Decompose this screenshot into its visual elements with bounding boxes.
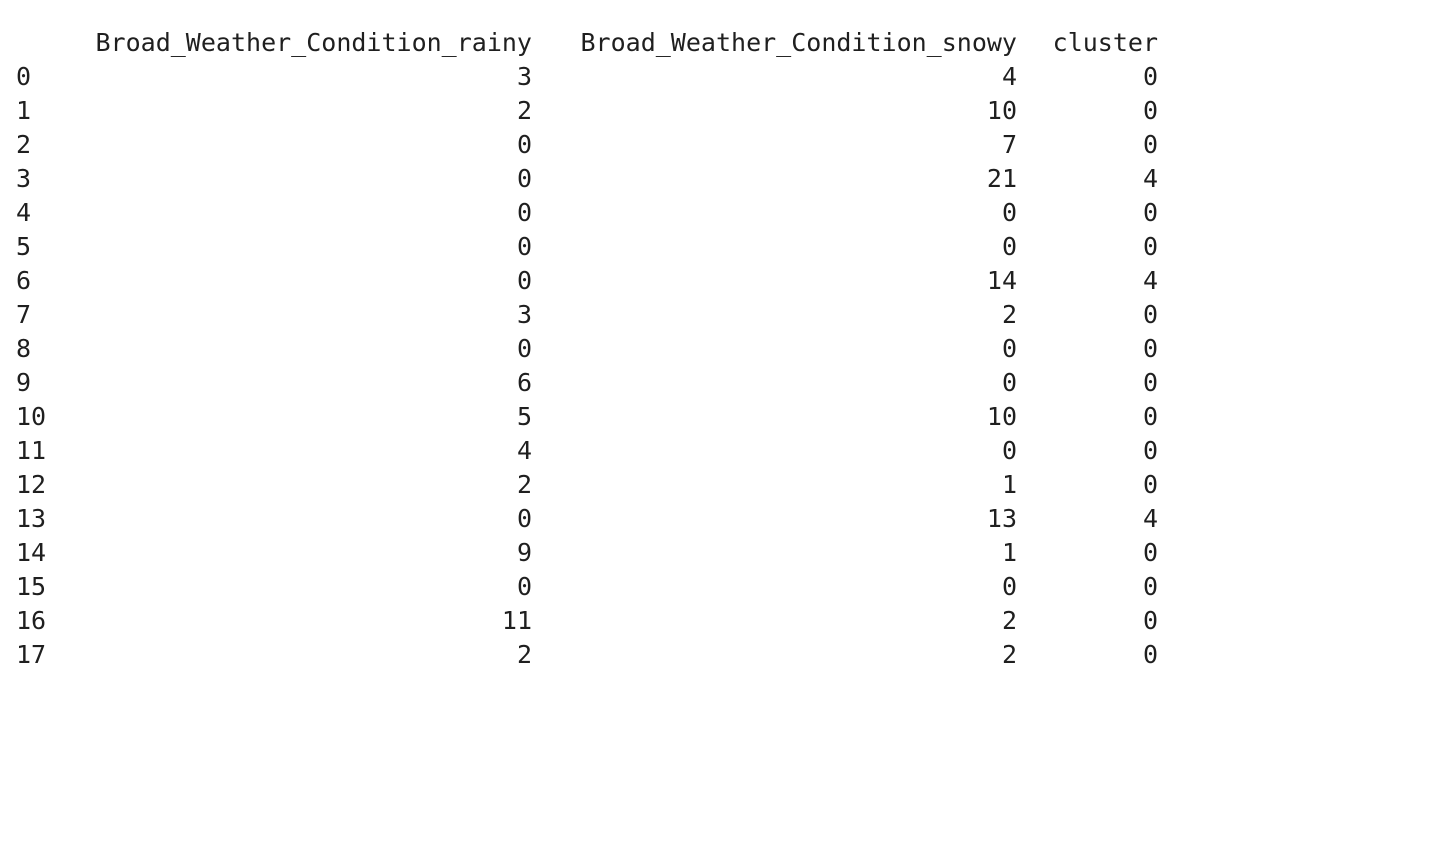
table-row: 10 5 10 0 bbox=[0, 400, 1158, 434]
table-row: 8 0 0 0 bbox=[0, 332, 1158, 366]
table-row: 13 0 13 4 bbox=[0, 502, 1158, 536]
table-row: 11 4 0 0 bbox=[0, 434, 1158, 468]
cell-cluster: 0 bbox=[1142, 62, 1158, 91]
table-row: 16 11 2 0 bbox=[0, 604, 1158, 638]
cell-cluster: 0 bbox=[1142, 130, 1158, 159]
table-row: 6 0 14 4 bbox=[0, 264, 1158, 298]
table-row: 4 0 0 0 bbox=[0, 196, 1158, 230]
dataframe-output: Broad_Weather_Condition_rainy Broad_Weat… bbox=[0, 26, 1159, 672]
table-header-row: Broad_Weather_Condition_rainy Broad_Weat… bbox=[0, 26, 1159, 60]
cell-cluster: 0 bbox=[1142, 606, 1158, 635]
table-row: 15 0 0 0 bbox=[0, 570, 1158, 604]
table-row: 7 3 2 0 bbox=[0, 298, 1158, 332]
cell-cluster: 0 bbox=[1142, 436, 1158, 465]
cell-cluster: 4 bbox=[1142, 266, 1158, 295]
cell-cluster: 0 bbox=[1142, 334, 1158, 363]
table-row: 14 9 1 0 bbox=[0, 536, 1158, 570]
cell-cluster: 0 bbox=[1142, 198, 1158, 227]
table-row: 12 2 1 0 bbox=[0, 468, 1158, 502]
table-row: 0 3 4 0 bbox=[0, 60, 1158, 94]
column-header-cluster: cluster bbox=[1052, 28, 1158, 57]
cell-cluster: 0 bbox=[1142, 538, 1158, 567]
table-row: 5 0 0 0 bbox=[0, 230, 1158, 264]
cell-cluster: 0 bbox=[1142, 402, 1158, 431]
cell-cluster: 0 bbox=[1142, 300, 1158, 329]
table-row: 9 6 0 0 bbox=[0, 366, 1158, 400]
cell-cluster: 4 bbox=[1142, 164, 1158, 193]
table-row: 3 0 21 4 bbox=[0, 162, 1158, 196]
table-row: 2 0 7 0 bbox=[0, 128, 1158, 162]
cell-cluster: 0 bbox=[1142, 368, 1158, 397]
cell-cluster: 0 bbox=[1142, 470, 1158, 499]
cell-cluster: 0 bbox=[1142, 96, 1158, 125]
cell-cluster: 0 bbox=[1142, 232, 1158, 261]
cell-cluster: 0 bbox=[1142, 572, 1158, 601]
table-row: 1 2 10 0 bbox=[0, 94, 1158, 128]
cell-cluster: 0 bbox=[1142, 640, 1158, 669]
table-row: 17 2 2 0 bbox=[0, 638, 1158, 672]
cell-cluster: 4 bbox=[1142, 504, 1158, 533]
